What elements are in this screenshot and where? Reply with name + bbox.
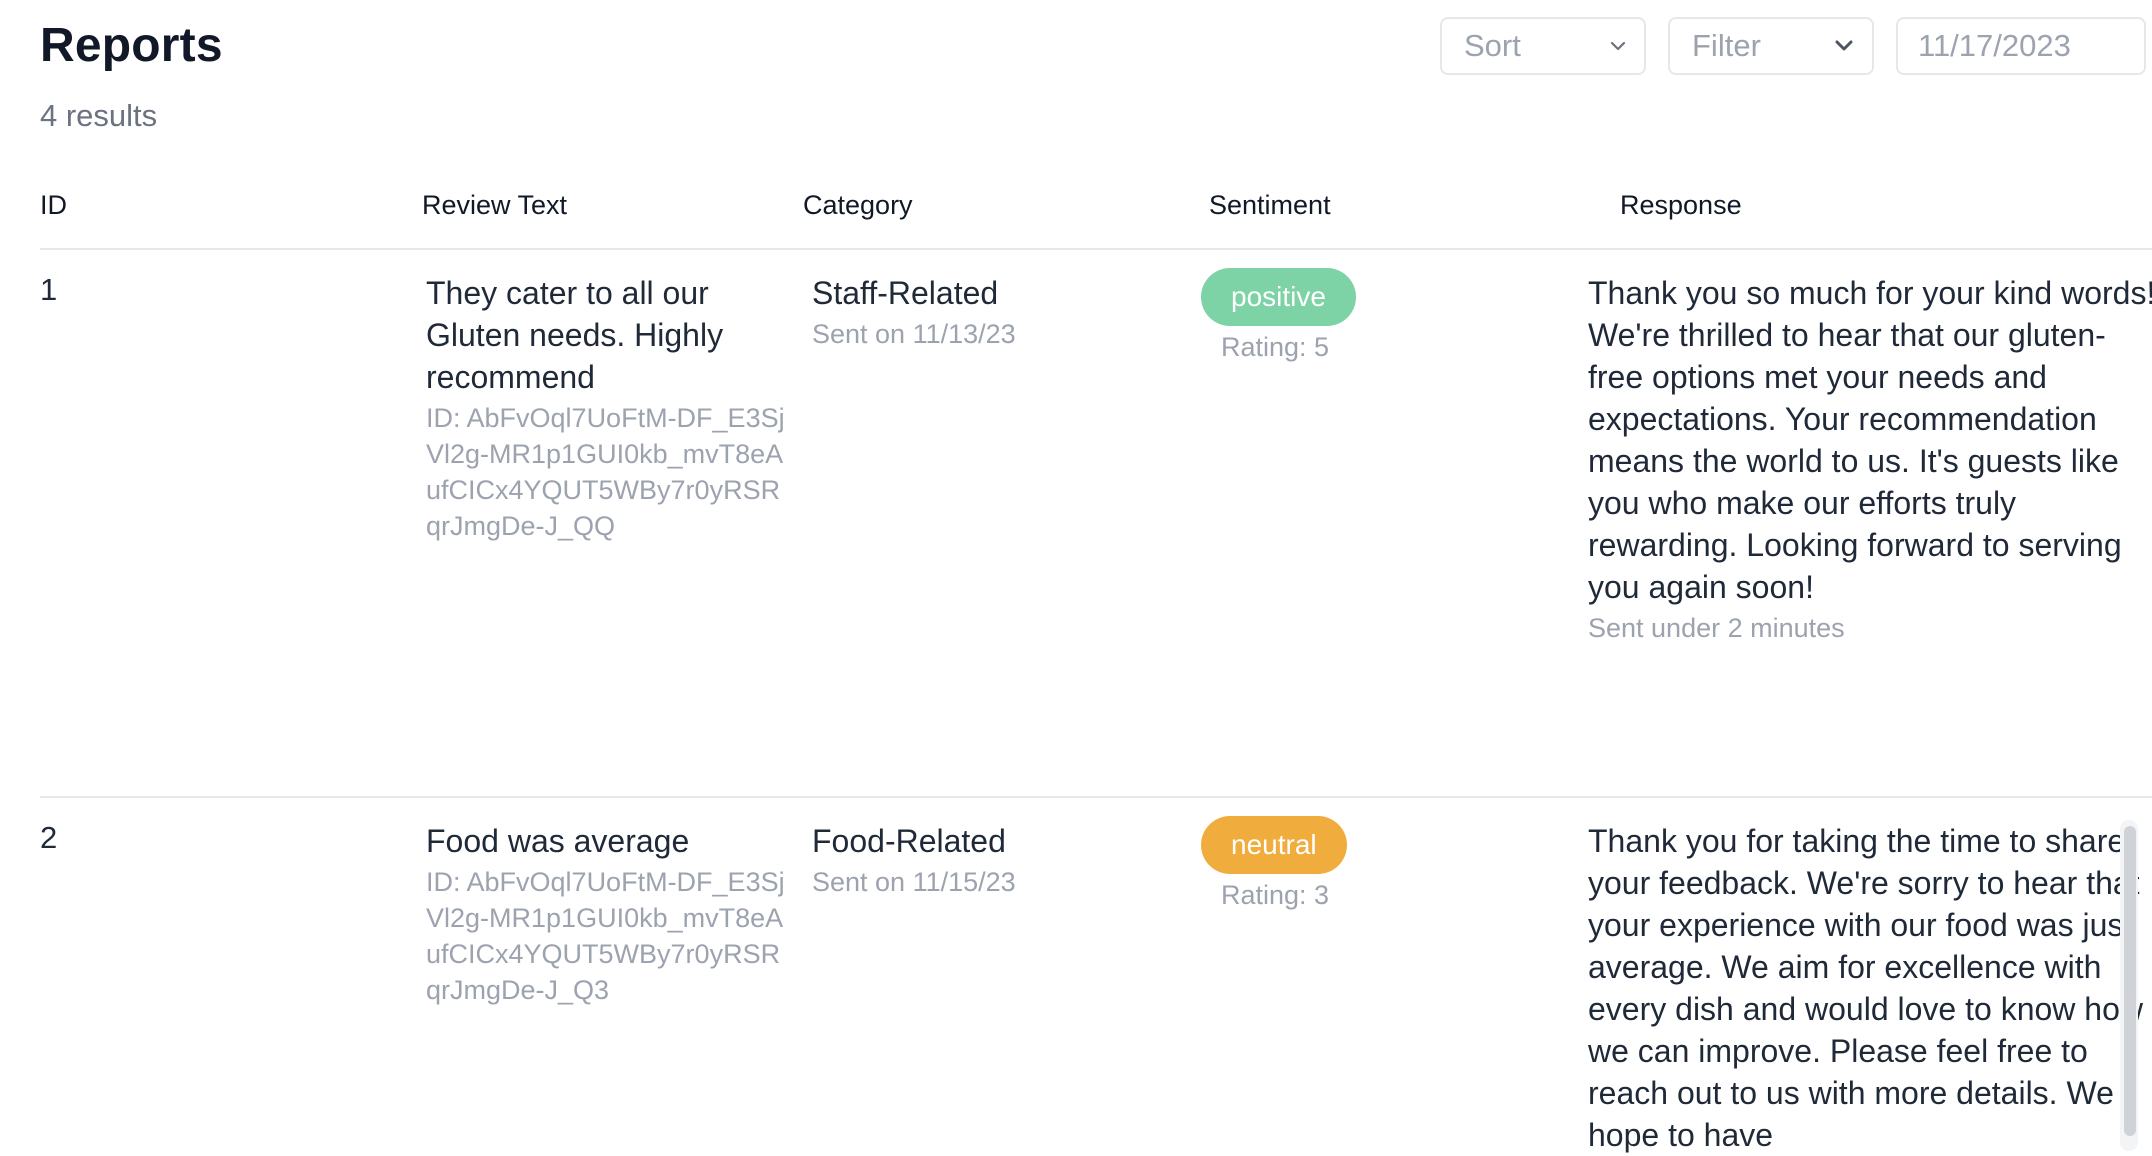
sent-date: Sent on 11/15/23 xyxy=(812,867,1016,897)
row-id: 2 xyxy=(40,820,58,855)
result-count: 4 results xyxy=(40,98,158,133)
response-text: Thank you so much for your kind words! W… xyxy=(1588,275,2152,605)
review-cell: Food was average ID: AbFvOql7UoFtM-DF_E3… xyxy=(426,820,786,1008)
header-response: Response xyxy=(1620,190,1742,220)
header-category: Category xyxy=(803,190,913,220)
response-sent-time: Sent under 2 minutes xyxy=(1588,613,1845,643)
filter-dropdown[interactable]: Filter xyxy=(1668,17,1874,75)
filter-label: Filter xyxy=(1692,28,1761,63)
sort-label: Sort xyxy=(1464,28,1521,63)
page-title: Reports xyxy=(40,19,223,72)
response-cell: Thank you so much for your kind words! W… xyxy=(1588,272,2152,646)
chevron-down-icon xyxy=(1610,41,1644,51)
category-cell: Staff-Related Sent on 11/13/23 xyxy=(812,272,1132,352)
sentiment-cell: neutral Rating: 3 xyxy=(1201,816,1401,911)
response-cell[interactable]: Thank you for taking the time to share y… xyxy=(1588,820,2152,1156)
rating-label: Rating: 5 xyxy=(1221,332,1330,362)
category-label: Food-Related xyxy=(812,823,1006,859)
review-id: ID: AbFvOql7UoFtM-DF_E3SjVl2g-MR1p1GUI0k… xyxy=(426,403,785,541)
review-id: ID: AbFvOql7UoFtM-DF_E3SjVl2g-MR1p1GUI0k… xyxy=(426,867,785,1005)
response-text: Thank you for taking the time to share y… xyxy=(1588,823,2143,1153)
header-review-text: Review Text xyxy=(422,190,568,220)
review-text: They cater to all our Gluten needs. High… xyxy=(426,275,724,395)
header-sentiment: Sentiment xyxy=(1209,190,1331,220)
chevron-down-icon xyxy=(1834,40,1872,52)
sentiment-badge: positive xyxy=(1201,268,1356,326)
category-cell: Food-Related Sent on 11/15/23 xyxy=(812,820,1132,900)
sentiment-badge: neutral xyxy=(1201,816,1347,874)
sentiment-cell: positive Rating: 5 xyxy=(1201,268,1401,363)
row-id: 1 xyxy=(40,272,58,307)
review-text: Food was average xyxy=(426,823,690,859)
date-input[interactable]: 11/17/2023 xyxy=(1896,17,2146,75)
table-header: ID Review Text Category Sentiment Respon… xyxy=(40,170,2152,250)
scrollbar-thumb[interactable] xyxy=(2124,826,2136,1136)
sort-dropdown[interactable]: Sort xyxy=(1440,17,1646,75)
category-label: Staff-Related xyxy=(812,275,999,311)
review-cell: They cater to all our Gluten needs. High… xyxy=(426,272,786,544)
table-row[interactable]: 2 Food was average ID: AbFvOql7UoFtM-DF_… xyxy=(40,798,2152,1153)
table-row[interactable]: 1 They cater to all our Gluten needs. Hi… xyxy=(40,250,2152,798)
sent-date: Sent on 11/13/23 xyxy=(812,319,1016,349)
header-id: ID xyxy=(40,190,67,220)
rating-label: Rating: 3 xyxy=(1221,880,1330,910)
date-value: 11/17/2023 xyxy=(1918,28,2071,63)
